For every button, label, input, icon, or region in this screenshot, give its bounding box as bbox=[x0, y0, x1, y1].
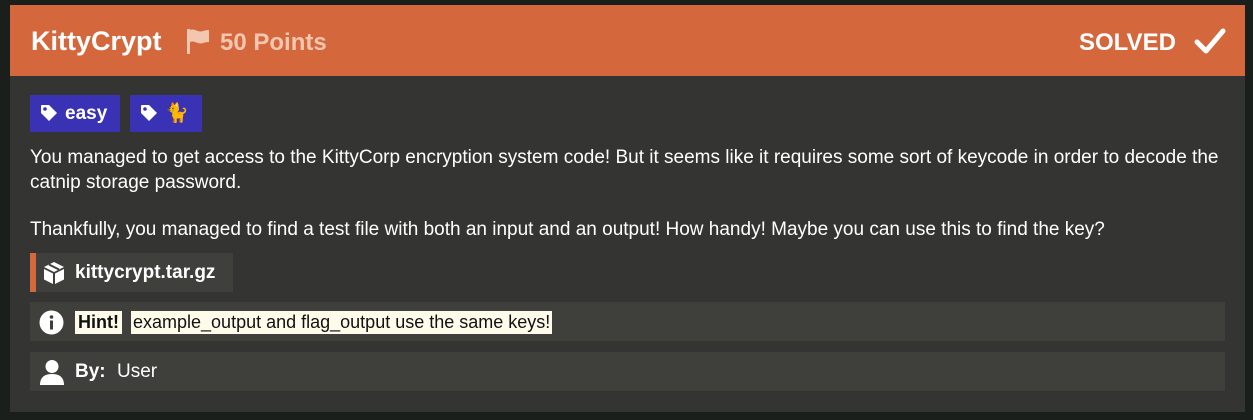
tag-cat[interactable]: 🐈 bbox=[130, 95, 202, 132]
hint-text: example_output and flag_output use the s… bbox=[131, 311, 553, 334]
description-paragraph: Thankfully, you managed to find a test f… bbox=[30, 219, 1105, 240]
tag-label: 🐈 bbox=[165, 103, 189, 124]
user-icon bbox=[40, 360, 64, 385]
challenge-header[interactable]: KittyCrypt 50 Points SOLVED bbox=[10, 5, 1245, 76]
challenge-description: You managed to get access to the KittyCo… bbox=[30, 145, 1225, 242]
file-name: kittycrypt.tar.gz bbox=[75, 262, 216, 283]
tag-icon bbox=[41, 105, 57, 121]
challenge-card: KittyCrypt 50 Points SOLVED easy 🐈 You m… bbox=[10, 5, 1245, 412]
tag-label: easy bbox=[65, 103, 108, 124]
flag-icon bbox=[187, 29, 209, 54]
check-icon bbox=[1194, 28, 1226, 54]
author-label: By: bbox=[75, 361, 106, 382]
package-icon bbox=[44, 262, 64, 284]
tag-icon bbox=[141, 105, 157, 121]
solved-status: SOLVED bbox=[1079, 29, 1176, 56]
info-icon bbox=[39, 310, 64, 335]
challenge-points: 50 Points bbox=[220, 29, 327, 56]
hint-box: Hint! example_output and flag_output use… bbox=[30, 302, 1225, 341]
author-box: By: User bbox=[30, 352, 1225, 391]
file-download-link[interactable]: kittycrypt.tar.gz bbox=[30, 253, 233, 292]
description-paragraph: You managed to get access to the KittyCo… bbox=[30, 147, 1219, 193]
challenge-title: KittyCrypt bbox=[31, 26, 162, 56]
hint-label: Hint! bbox=[75, 311, 122, 334]
author-name: User bbox=[117, 361, 158, 382]
tag-easy[interactable]: easy bbox=[30, 95, 120, 132]
